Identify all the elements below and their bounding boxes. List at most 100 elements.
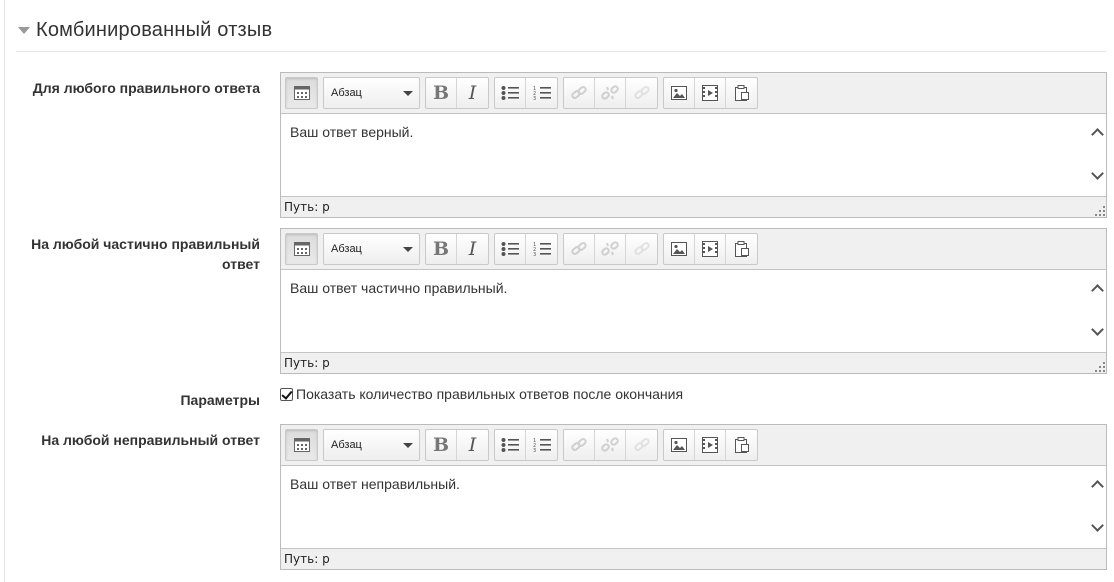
- italic-button[interactable]: I: [457, 430, 488, 460]
- paste-button[interactable]: [726, 430, 757, 460]
- toolbar-toggle-button[interactable]: [286, 78, 317, 108]
- numbered-list-button[interactable]: 123: [526, 78, 557, 108]
- link-button[interactable]: [564, 234, 595, 264]
- italic-icon: I: [468, 238, 477, 260]
- link-button[interactable]: [564, 430, 595, 460]
- toolbar-group-lists: 123: [494, 233, 558, 265]
- image-button[interactable]: [664, 78, 695, 108]
- bold-button[interactable]: B: [426, 430, 457, 460]
- unlink-button[interactable]: [595, 430, 626, 460]
- label-params: Параметры: [180, 392, 260, 408]
- section-header[interactable]: Комбинированный отзыв: [16, 14, 1106, 52]
- show-correct-count-label[interactable]: Показать количество правильных ответов п…: [296, 386, 683, 402]
- format-select-value: Абзац: [331, 439, 362, 451]
- media-icon: [702, 437, 718, 453]
- toolbar-toggle-button[interactable]: [286, 430, 317, 460]
- toolbar-group-format: Абзац: [323, 233, 420, 265]
- editor-toolbar: Абзац B I 123: [281, 229, 1106, 269]
- numbered-list-button[interactable]: 123: [526, 430, 557, 460]
- toolbar-group-style: B I: [425, 77, 489, 109]
- path-label: Путь:: [284, 552, 319, 566]
- scroll-down-icon[interactable]: [1091, 323, 1104, 336]
- toolbar-group-format: Абзац: [323, 429, 420, 461]
- path-label: Путь:: [284, 356, 319, 370]
- toolbar-group-lists: 123: [494, 77, 558, 109]
- numbered-list-icon: 123: [533, 242, 551, 257]
- scroll-up-icon[interactable]: [1091, 284, 1104, 297]
- anchor-button[interactable]: [626, 78, 657, 108]
- image-button[interactable]: [664, 234, 695, 264]
- bullet-list-button[interactable]: [495, 78, 526, 108]
- format-select[interactable]: Абзац: [324, 78, 419, 108]
- editor-content[interactable]: Ваш ответ верный.: [281, 113, 1106, 197]
- italic-icon: I: [468, 434, 477, 456]
- page-left-rule: [4, 0, 5, 582]
- media-button[interactable]: [695, 78, 726, 108]
- show-correct-count-row[interactable]: Показать количество правильных ответов п…: [280, 386, 683, 402]
- image-icon: [671, 242, 687, 256]
- italic-button[interactable]: I: [457, 78, 488, 108]
- format-select[interactable]: Абзац: [324, 234, 419, 264]
- italic-button[interactable]: I: [457, 234, 488, 264]
- format-select[interactable]: Абзац: [324, 430, 419, 460]
- toolbar-group-style: B I: [425, 233, 489, 265]
- format-select-value: Абзац: [331, 243, 362, 255]
- bullet-list-icon: [501, 242, 519, 256]
- media-button[interactable]: [695, 430, 726, 460]
- bold-button[interactable]: B: [426, 234, 457, 264]
- editor-scrollbar[interactable]: [1089, 466, 1106, 548]
- toolbar-group-toggle: [285, 429, 318, 461]
- bullet-list-button[interactable]: [495, 430, 526, 460]
- label-correct-feedback: Для любого правильного ответа: [32, 80, 260, 96]
- anchor-button[interactable]: [626, 234, 657, 264]
- scroll-up-icon[interactable]: [1091, 128, 1104, 141]
- editor-scrollbar[interactable]: [1089, 270, 1106, 352]
- path-value[interactable]: p: [322, 552, 330, 566]
- anchor-icon: [633, 438, 650, 451]
- toolbar-toggle-icon: [293, 86, 310, 100]
- show-correct-count-checkbox[interactable]: [280, 387, 293, 401]
- scroll-down-icon[interactable]: [1091, 519, 1104, 532]
- editor-scrollbar[interactable]: [1089, 114, 1106, 196]
- editor-content-text: Ваш ответ неправильный.: [290, 476, 460, 492]
- editor-pathbar: Путь: p: [281, 197, 1106, 217]
- editor-correct-feedback: Абзац B I 123 Ваш ответ верный. Путь: p: [280, 72, 1107, 218]
- toolbar-group-insert: [663, 429, 758, 461]
- media-icon: [702, 85, 718, 101]
- unlink-button[interactable]: [595, 234, 626, 264]
- image-button[interactable]: [664, 430, 695, 460]
- bold-icon: B: [432, 238, 450, 260]
- editor-content[interactable]: Ваш ответ частично правильный.: [281, 269, 1106, 353]
- toolbar-toggle-icon: [293, 438, 310, 452]
- label-incorrect-feedback: На любой неправильный ответ: [41, 432, 260, 448]
- paste-button[interactable]: [726, 78, 757, 108]
- resize-grip-icon[interactable]: [1093, 360, 1105, 372]
- anchor-button[interactable]: [626, 430, 657, 460]
- resize-grip-icon[interactable]: [1093, 204, 1105, 216]
- scroll-up-icon[interactable]: [1091, 480, 1104, 493]
- numbered-list-icon: 123: [533, 438, 551, 453]
- editor-content[interactable]: Ваш ответ неправильный.: [281, 465, 1106, 549]
- paste-button[interactable]: [726, 234, 757, 264]
- svg-text:3: 3: [533, 448, 536, 453]
- bullet-list-icon: [501, 86, 519, 100]
- toolbar-group-toggle: [285, 233, 318, 265]
- paste-icon: [734, 241, 749, 257]
- editor-content-text: Ваш ответ частично правильный.: [290, 280, 508, 296]
- toolbar-toggle-button[interactable]: [286, 234, 317, 264]
- link-button[interactable]: [564, 78, 595, 108]
- scroll-down-icon[interactable]: [1091, 167, 1104, 180]
- editor-toolbar: Абзац B I 123: [281, 73, 1106, 113]
- toolbar-group-style: B I: [425, 429, 489, 461]
- numbered-list-button[interactable]: 123: [526, 234, 557, 264]
- path-value[interactable]: p: [322, 200, 330, 214]
- toolbar-group-links: [563, 429, 658, 461]
- bullet-list-button[interactable]: [495, 234, 526, 264]
- editor-incorrect-feedback: Абзац B I 123 Ваш ответ неправильный. Пу…: [280, 424, 1107, 570]
- unlink-icon: [601, 437, 619, 452]
- path-value[interactable]: p: [322, 356, 330, 370]
- collapse-caret-icon[interactable]: [18, 27, 30, 34]
- unlink-button[interactable]: [595, 78, 626, 108]
- bold-button[interactable]: B: [426, 78, 457, 108]
- media-button[interactable]: [695, 234, 726, 264]
